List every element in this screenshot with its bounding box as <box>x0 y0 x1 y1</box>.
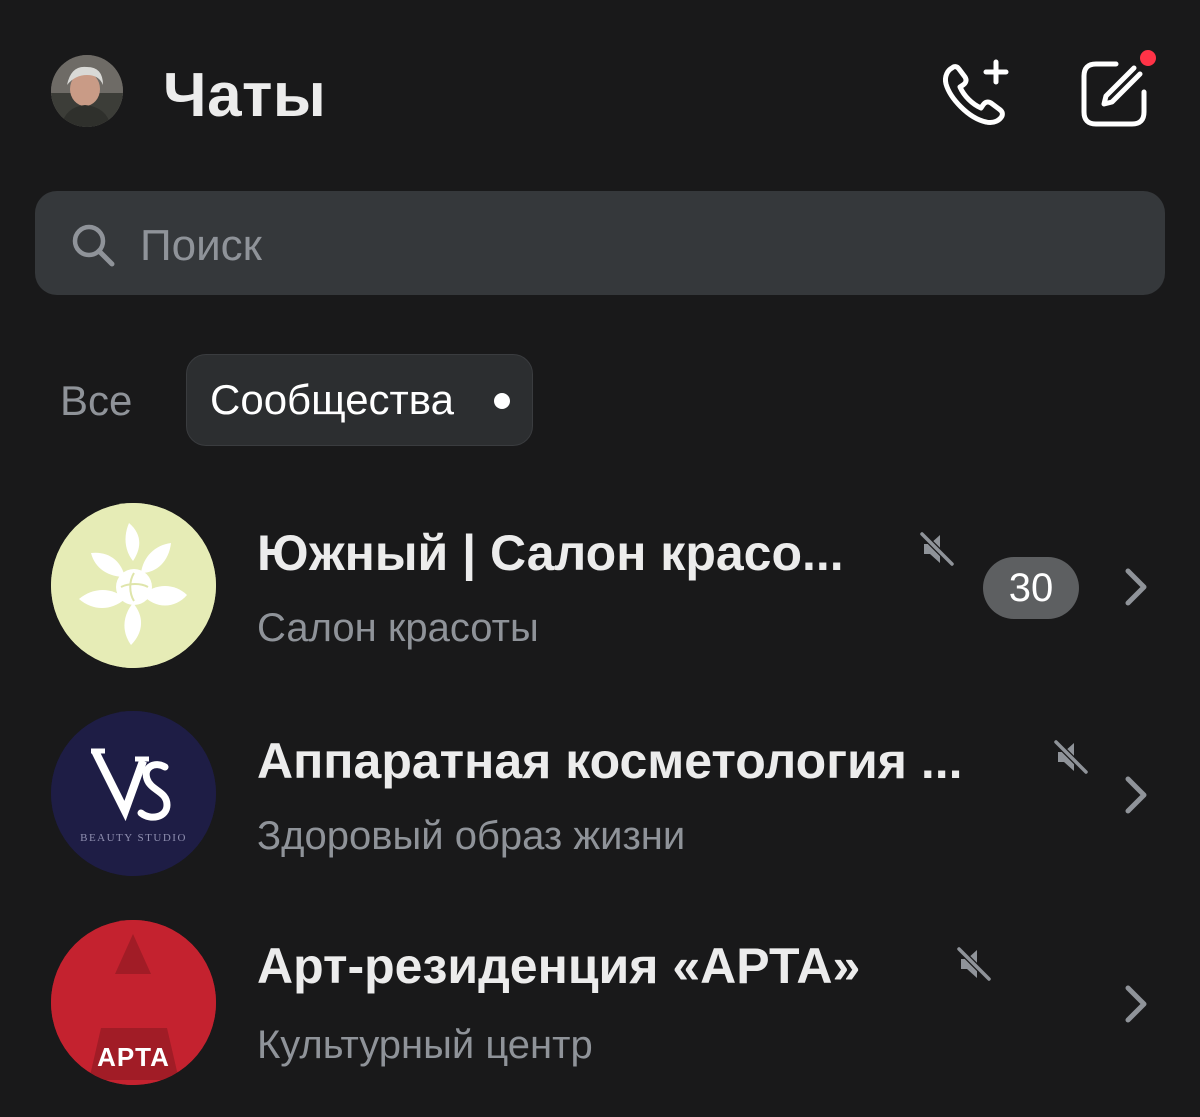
notification-dot <box>1140 50 1156 66</box>
chat-subtitle: Культурный центр <box>257 1023 593 1067</box>
chat-title: Арт-резиденция «АРТА» <box>257 938 861 994</box>
compose-button[interactable] <box>1076 56 1152 132</box>
tab-all[interactable]: Все <box>60 375 132 427</box>
chats-screen: Чаты Все Сообщества <box>0 0 1200 1117</box>
page-title: Чаты <box>163 61 327 130</box>
chat-subtitle: Салон красоты <box>257 606 539 650</box>
muted-icon <box>956 946 992 982</box>
muted-icon <box>919 531 955 567</box>
chat-title: Южный | Салон красо... <box>257 525 844 581</box>
chat-avatar: APTA <box>51 920 216 1085</box>
chat-row-salon[interactable]: Южный | Салон красо... Салон красоты 30 <box>0 503 1200 703</box>
chevron-right-icon <box>1125 776 1147 814</box>
tab-communities-label: Сообщества <box>210 376 454 423</box>
search-icon <box>72 224 115 267</box>
add-call-button[interactable] <box>938 56 1014 132</box>
avatar-logo-text: BEAUTY STUDIO <box>80 832 187 844</box>
phone-plus-icon <box>943 59 1009 125</box>
tab-communities[interactable]: Сообщества <box>186 354 533 446</box>
avatar-logo-text: APTA <box>97 1042 170 1072</box>
chat-subtitle: Здоровый образ жизни <box>257 814 686 858</box>
chevron-right-icon <box>1125 568 1147 606</box>
chevron-right-icon <box>1125 985 1147 1023</box>
flower-logo-icon <box>51 503 216 668</box>
chat-row-arta[interactable]: APTA Арт-резиденция «АРТА» Культурный це… <box>0 920 1200 1117</box>
arta-logo-icon: APTA <box>51 920 216 1085</box>
unread-dot <box>494 393 510 409</box>
chat-avatar <box>51 503 216 668</box>
vs-logo-icon: BEAUTY STUDIO <box>51 711 216 876</box>
search-input[interactable] <box>140 218 1040 274</box>
chat-row-cosmetology[interactable]: BEAUTY STUDIO Аппаратная косметология ..… <box>0 711 1200 911</box>
chat-title: Аппаратная косметология ... <box>257 733 963 789</box>
chat-avatar: BEAUTY STUDIO <box>51 711 216 876</box>
compose-icon <box>1081 61 1147 127</box>
muted-icon <box>1053 739 1089 775</box>
unread-count-badge: 30 <box>983 557 1079 619</box>
profile-avatar[interactable] <box>51 55 123 127</box>
